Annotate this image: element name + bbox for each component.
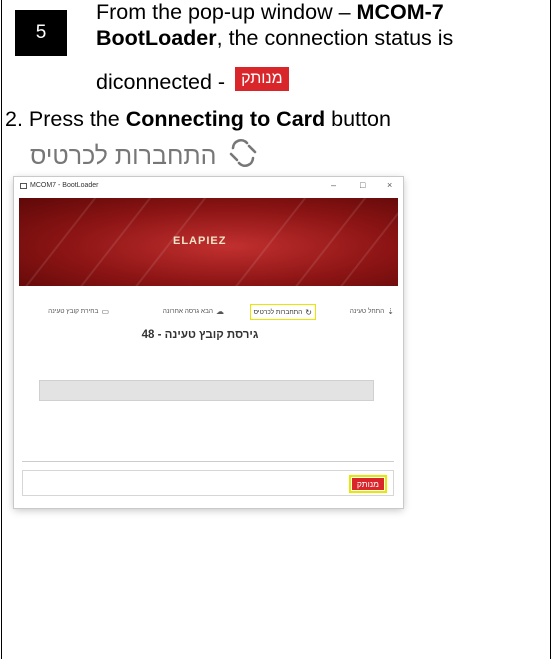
brand-logo: ELAPIEZ [173, 235, 227, 247]
folder-icon: ▭ [101, 306, 109, 316]
load-file-version: גירסת קובץ טעינה - 48 [141, 329, 259, 341]
instruction-line-1: From the pop-up window – MCOM-7 [96, 0, 444, 24]
window-name-part2: BootLoader [96, 26, 217, 50]
toolbar-tabs: ⇣ התחל טעינה ↻ התחברות לכרטיס ☁ הבא גרסה… [22, 304, 394, 320]
tab-start-loading[interactable]: ⇣ התחל טעינה [350, 304, 394, 318]
window-title: MCOM7 - BootLoader [30, 182, 99, 189]
window-titlebar: MCOM7 - BootLoader – □ × [14, 177, 403, 195]
cloud-icon: ☁ [216, 306, 224, 316]
connect-icon [227, 138, 259, 175]
close-icon[interactable]: × [387, 180, 392, 190]
minimize-icon[interactable]: – [331, 180, 336, 190]
step-number-badge: 5 [15, 10, 67, 56]
brand-banner: ELAPIEZ [19, 198, 398, 286]
instruction-line-4: 2. Press the Connecting to Card button [5, 107, 391, 131]
tab-select-load-file[interactable]: ▭ בחירת קובץ טעינה [48, 304, 109, 318]
progress-bar [39, 380, 374, 401]
instruction-line-3: diconnected - מנותק [96, 67, 289, 94]
divider [22, 461, 394, 462]
tab-connect-to-card[interactable]: ↻ התחברות לכרטיס [249, 304, 316, 320]
connect-to-card-button-illustration: התחברות לכרטיס [30, 138, 259, 175]
status-highlight: מנותק [348, 475, 387, 493]
tab-get-latest-version[interactable]: ☁ הבא גרסה אחרונה [163, 304, 224, 318]
status-bar: מנותק [22, 470, 394, 496]
app-icon [20, 183, 27, 189]
disconnected-status-chip: מנותק [235, 67, 289, 91]
connection-status-badge: מנותק [351, 478, 384, 490]
connect-icon: ↻ [305, 307, 312, 317]
window-name-part1: MCOM-7 [356, 0, 444, 24]
connect-to-card-name: Connecting to Card [125, 107, 326, 131]
maximize-icon[interactable]: □ [360, 180, 365, 190]
connect-to-card-label: התחברות לכרטיס [30, 142, 217, 170]
download-icon: ⇣ [387, 306, 394, 316]
instruction-line-2: BootLoader, the connection status is [96, 26, 454, 50]
bootloader-window-screenshot: MCOM7 - BootLoader – □ × ELAPIEZ ⇣ התחל … [14, 177, 403, 508]
